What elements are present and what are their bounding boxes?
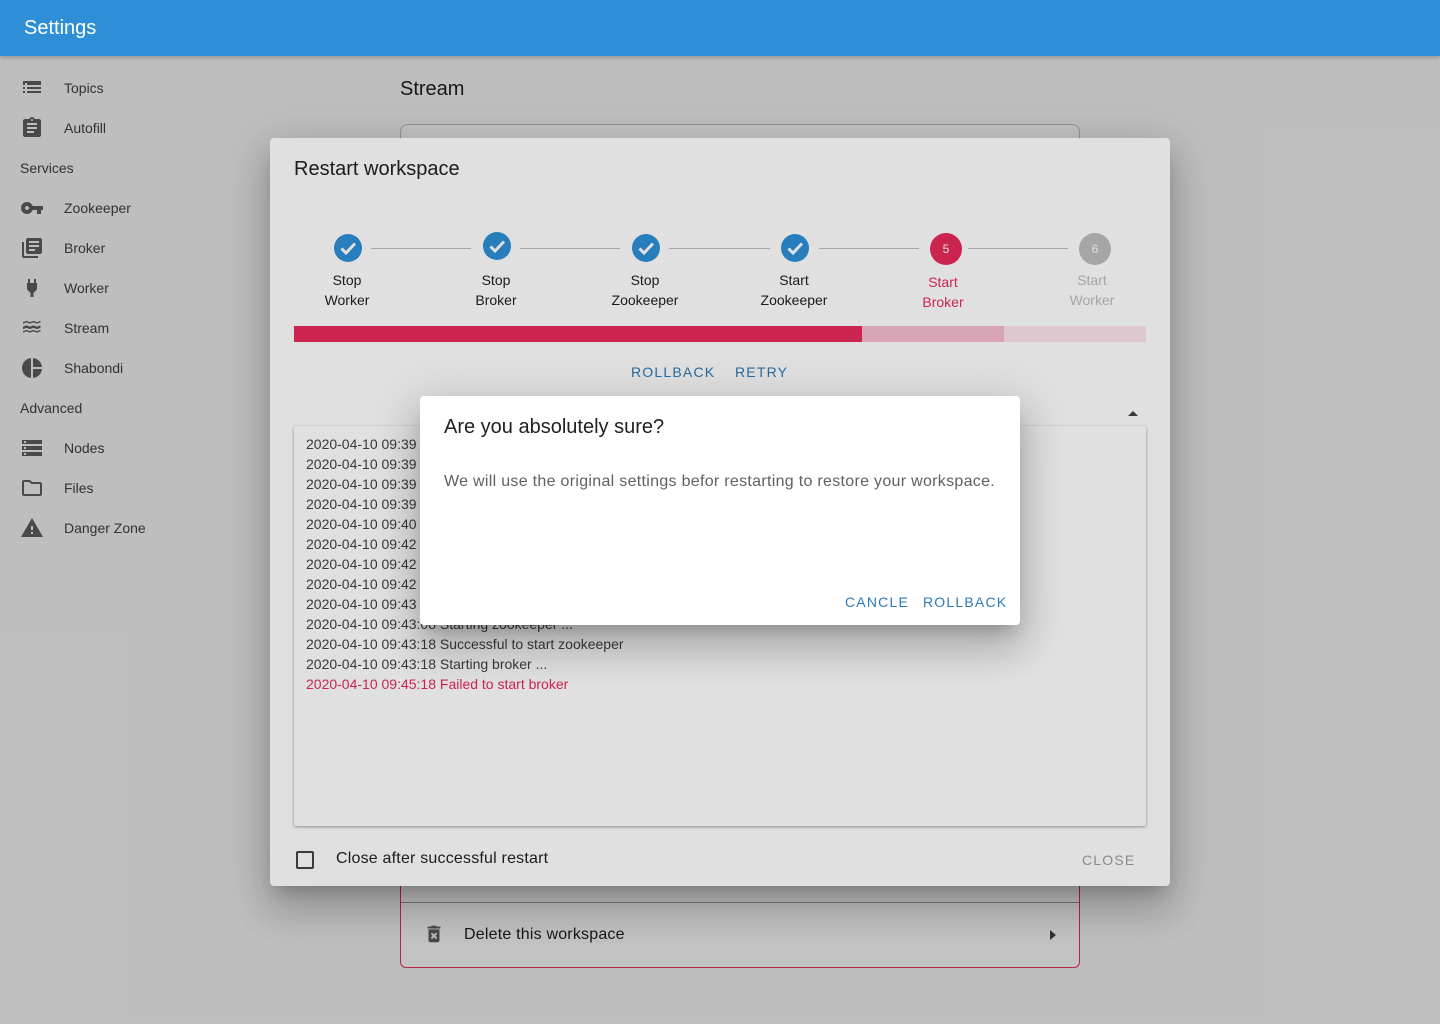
app-title: Settings: [24, 16, 97, 39]
app-bar: Settings: [0, 0, 1440, 56]
confirm-message: We will use the original settings befor …: [444, 473, 996, 490]
confirm-title: Are you absolutely sure?: [444, 416, 665, 438]
confirm-dialog: Are you absolutely sure? We will use the…: [420, 396, 1020, 625]
cancel-button[interactable]: CANCLE: [845, 594, 909, 610]
confirm-rollback-button[interactable]: ROLLBACK: [923, 594, 1007, 610]
